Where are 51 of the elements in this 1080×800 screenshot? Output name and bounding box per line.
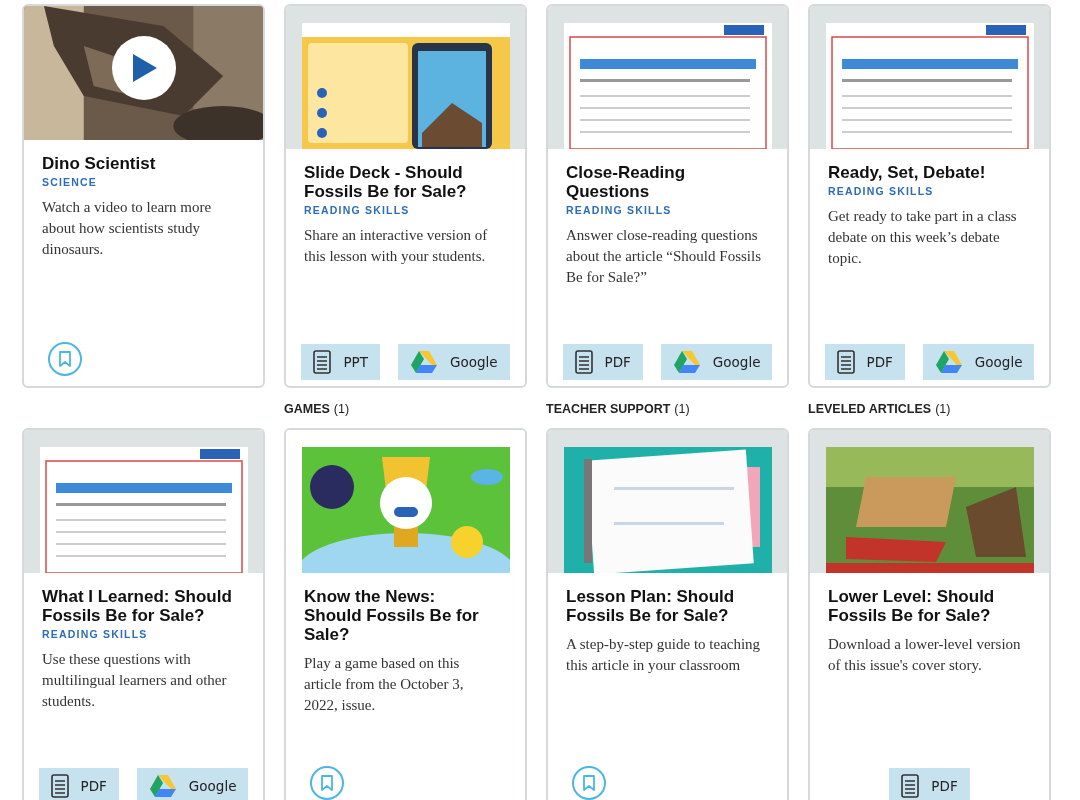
- card-description: Download a lower-level version of this issue's cover story.: [828, 635, 1022, 675]
- download-button[interactable]: PDF: [562, 344, 643, 380]
- download-button[interactable]: PDF: [38, 768, 119, 800]
- card-description: Get ready to take part in a class debate on this week’s debate topic.: [828, 207, 1018, 268]
- card-title[interactable]: Lower Level: Should Fossils Be for Sale?: [828, 587, 1029, 625]
- bookmark-button[interactable]: [310, 766, 344, 800]
- card-title[interactable]: Close-Reading Questions: [566, 163, 767, 201]
- document-icon: [313, 350, 332, 374]
- section-count: (1): [935, 402, 951, 416]
- section-heading: GAMES: [284, 402, 330, 416]
- card-description: Use these questions with multilingual learners and other students.: [42, 650, 228, 711]
- document-icon: [836, 350, 855, 374]
- card-category: SCIENCE: [42, 176, 99, 188]
- bookmark-icon: [583, 775, 595, 791]
- download-button[interactable]: PPT: [301, 344, 380, 380]
- card-title[interactable]: Lesson Plan: Should Fossils Be for Sale?: [566, 587, 767, 625]
- card-description: Answer close-reading questions about the article “Should Fossils Be for Sale?”: [566, 226, 762, 287]
- section-heading: TEACHER SUPPORT: [546, 402, 671, 416]
- card-category: READING SKILLS: [828, 185, 935, 197]
- drive-icon: [934, 350, 963, 374]
- card-title[interactable]: Slide Deck - Should Fossils Be for Sale?: [304, 163, 505, 201]
- google-button[interactable]: Google: [922, 344, 1035, 380]
- google-button[interactable]: Google: [660, 344, 773, 380]
- card-description: A step-by-step guide to teaching this article in your classroom: [566, 635, 762, 675]
- drive-icon: [148, 774, 177, 798]
- document-icon: [574, 350, 593, 374]
- download-button[interactable]: PDF: [824, 344, 905, 380]
- section-count: (1): [674, 402, 690, 416]
- card-description: Share an interactive version of this lesson with your students.: [304, 226, 489, 266]
- bookmark-icon: [321, 775, 333, 791]
- card-title[interactable]: Know the News: Should Fossils Be for Sale?: [304, 587, 505, 644]
- card-description: Watch a video to learn more about how scientists study dinosaurs.: [42, 198, 213, 259]
- card-description: Play a game based on this article from the October 3, 2022, issue.: [304, 654, 465, 715]
- document-icon: [50, 774, 69, 798]
- card-category: READING SKILLS: [42, 628, 149, 640]
- card-category: READING SKILLS: [304, 204, 411, 216]
- document-icon: [901, 774, 920, 798]
- download-button[interactable]: PDF: [889, 768, 970, 800]
- bookmark-button[interactable]: [572, 766, 606, 800]
- drive-icon: [672, 350, 701, 374]
- section-heading: LEVELED ARTICLES: [808, 402, 932, 416]
- card-title[interactable]: What I Learned: Should Fossils Be for Sale?: [42, 587, 243, 625]
- google-button[interactable]: Google: [397, 344, 510, 380]
- section-count: (1): [333, 402, 350, 416]
- google-button[interactable]: Google: [136, 768, 249, 800]
- bookmark-button[interactable]: [48, 342, 82, 376]
- bookmark-icon: [59, 351, 71, 367]
- drive-icon: [409, 350, 438, 374]
- card-category: READING SKILLS: [566, 204, 673, 216]
- card-title[interactable]: Dino Scientist: [42, 154, 243, 173]
- card-title[interactable]: Ready, Set, Debate!: [828, 163, 1029, 182]
